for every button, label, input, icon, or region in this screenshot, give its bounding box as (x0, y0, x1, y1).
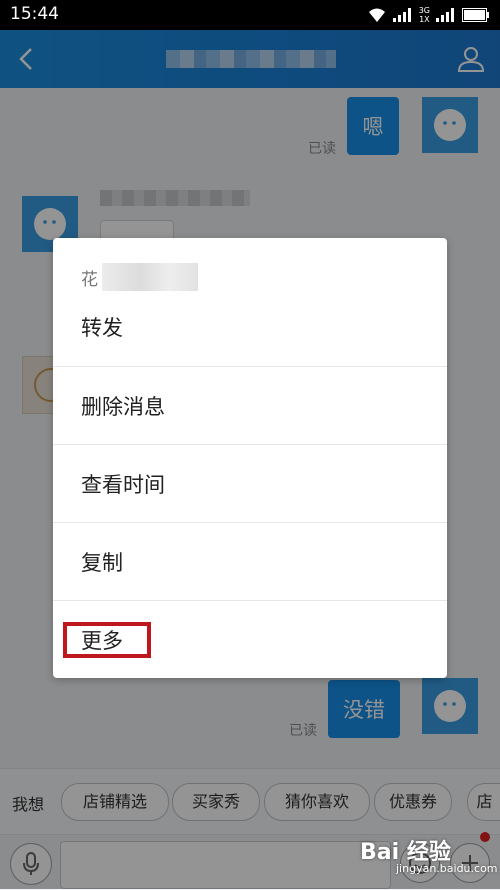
watermark-url: jingyan.baidu.com (396, 862, 498, 875)
menu-item-label: 复制 (81, 551, 123, 575)
signal-icon (392, 8, 413, 22)
status-icons: 3G 1X (367, 5, 490, 25)
status-time: 15:44 (10, 4, 59, 24)
menu-item-forward[interactable]: 转发 (53, 288, 447, 366)
message-context-menu: 花 转发 删除消息 查看时间 复制 更多 (53, 238, 447, 678)
menu-item-delete[interactable]: 删除消息 (53, 366, 447, 445)
network-type-top: 3G (418, 6, 430, 15)
status-bar: 15:44 3G 1X (0, 0, 500, 30)
menu-item-label: 删除消息 (81, 395, 165, 419)
menu-item-copy[interactable]: 复制 (53, 522, 447, 601)
menu-item-label: 转发 (81, 316, 123, 340)
signal-icon-secondary (436, 8, 456, 22)
menu-header-text: 花 (81, 269, 98, 290)
menu-header-blurred (102, 263, 198, 291)
battery-icon (462, 8, 490, 22)
network-type-bottom: 1X (419, 15, 430, 24)
wifi-icon (367, 7, 387, 23)
network-type-label: 3G 1X (419, 6, 430, 24)
highlight-annotation-box (63, 622, 151, 658)
menu-item-label: 查看时间 (81, 473, 165, 497)
watermark: Bai 经验 jingyan.baidu.com (356, 832, 498, 886)
menu-item-view-time[interactable]: 查看时间 (53, 444, 447, 523)
